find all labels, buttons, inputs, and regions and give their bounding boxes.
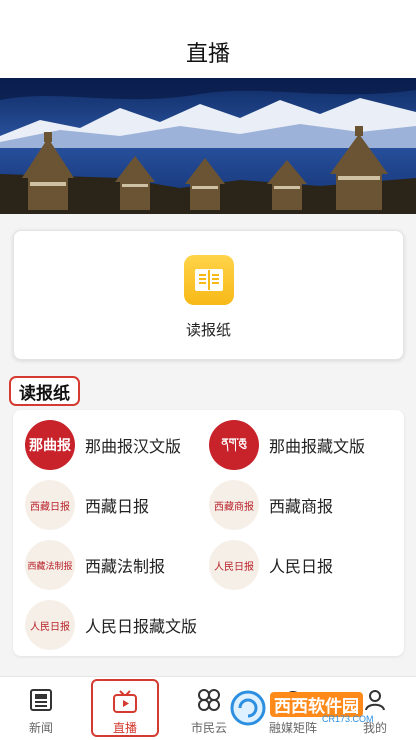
paper-item-nagqu-tibetan[interactable]: ནག་ཆུ 那曲报藏文版 xyxy=(209,420,365,470)
logo-text: 西藏日报 xyxy=(30,501,70,513)
logo-text: 人民日报 xyxy=(214,561,254,573)
paper-name: 西藏商报 xyxy=(269,499,334,516)
nav-tab-news[interactable]: 新闻 xyxy=(6,677,76,740)
logo-text: 人民日报 xyxy=(30,621,70,633)
news-icon xyxy=(27,686,55,714)
nav-label: 新闻 xyxy=(28,721,53,735)
logo-text: 西藏商报 xyxy=(214,501,254,513)
logo-text: 西藏法制报 xyxy=(27,560,73,571)
paper-item-peoples-daily-tibetan[interactable]: 人民日报 人民日报藏文版 xyxy=(25,600,197,650)
page-title: 直播 xyxy=(185,41,230,66)
section-title: 读报纸 xyxy=(9,376,80,406)
paper-item-tibet-daily[interactable]: 西藏日报 西藏日报 xyxy=(25,480,149,530)
nav-tab-live[interactable]: 直播 xyxy=(91,679,159,737)
paper-name: 那曲报藏文版 xyxy=(269,439,366,456)
title-bar: 直播 xyxy=(0,0,416,78)
paper-name: 那曲报汉文版 xyxy=(85,439,182,456)
newspaper-book-icon xyxy=(184,255,234,305)
paper-item-tibet-business[interactable]: 西藏商报 西藏商报 xyxy=(209,480,333,530)
newspaper-list: 那曲报 那曲报汉文版 ནག་ཆུ 那曲报藏文版 西藏日报 西藏日报 西藏商报 西… xyxy=(13,410,404,656)
site-watermark: 西西软件园 CR173.COM xyxy=(226,688,396,728)
paper-item-tibet-legal[interactable]: 西藏法制报 西藏法制报 xyxy=(25,540,165,590)
nagqu-paper-logo: 那曲报 xyxy=(25,420,75,470)
watermark-sub: CR173.COM xyxy=(322,714,374,724)
tv-play-icon xyxy=(111,690,139,714)
read-newspaper-label: 读报纸 xyxy=(185,322,231,339)
logo-text: ནག་ཆུ xyxy=(221,436,247,449)
grid-apps-icon xyxy=(195,686,223,714)
read-newspaper-card[interactable]: 读报纸 xyxy=(13,230,404,360)
paper-name: 人民日报 xyxy=(269,559,334,576)
peoples-daily-paper-logo: 人民日报 xyxy=(209,540,259,590)
tibet-daily-paper-logo: 西藏日报 xyxy=(25,480,75,530)
paper-name: 西藏日报 xyxy=(85,499,150,516)
paper-name: 西藏法制报 xyxy=(85,559,166,576)
nagqu-tibetan-paper-logo: ནག་ཆུ xyxy=(209,420,259,470)
nav-label: 直播 xyxy=(112,721,137,735)
paper-item-nagqu-chinese[interactable]: 那曲报 那曲报汉文版 xyxy=(25,420,181,470)
nav-label: 市民云 xyxy=(190,721,227,735)
peoples-daily-tibetan-paper-logo: 人民日报 xyxy=(25,600,75,650)
tibet-legal-paper-logo: 西藏法制报 xyxy=(25,540,75,590)
logo-text: 那曲报 xyxy=(29,437,71,453)
paper-item-peoples-daily[interactable]: 人民日报 人民日报 xyxy=(209,540,333,590)
live-banner-image[interactable] xyxy=(0,78,416,214)
paper-name: 人民日报藏文版 xyxy=(85,619,198,636)
tibet-business-paper-logo: 西藏商报 xyxy=(209,480,259,530)
